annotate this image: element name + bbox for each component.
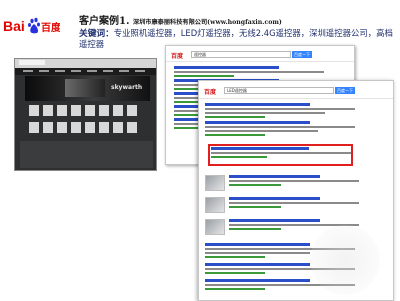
baidu-logo: Bai 百度 xyxy=(3,15,60,37)
result-item[interactable] xyxy=(205,103,355,118)
result-item[interactable] xyxy=(174,66,324,77)
panel-logo: 百度 xyxy=(171,53,184,60)
keywords-label: 关键词： xyxy=(79,29,114,39)
highlighted-result-frame xyxy=(208,144,353,166)
search-button[interactable]: 百度一下 xyxy=(335,87,355,94)
logo-chinese: 百度 xyxy=(41,21,60,34)
site-footer-area xyxy=(20,141,153,168)
tabs-divider xyxy=(166,61,354,62)
site-banner-word: skywarth xyxy=(111,84,143,91)
site-banner: skywarth xyxy=(25,76,150,101)
case-title-label: 客户案例1. xyxy=(79,16,130,27)
product-row xyxy=(25,121,150,134)
result-thumbnail[interactable] xyxy=(205,197,225,213)
baidu-paw-icon: Bai 百度 xyxy=(3,17,60,34)
result-item[interactable] xyxy=(205,121,355,136)
search-input[interactable]: 遥控器 xyxy=(191,51,291,58)
watermark-logo xyxy=(310,225,380,295)
case-company: 深圳市康泰丽科技有限公司(www.hongfaxin.com) xyxy=(132,19,282,26)
site-header xyxy=(15,59,156,68)
result-thumbnail[interactable] xyxy=(205,219,225,235)
result-item[interactable] xyxy=(229,175,359,186)
tabs-divider xyxy=(199,98,393,99)
search-button[interactable]: 百度一下 xyxy=(292,51,312,58)
panel-logo: 百度 xyxy=(204,89,217,96)
product-row xyxy=(25,104,150,117)
result-thumbnail[interactable] xyxy=(205,175,225,191)
result-item[interactable] xyxy=(229,197,359,208)
logo-latin: Bai xyxy=(3,18,25,34)
search-input[interactable]: LED遥控器 xyxy=(224,87,334,94)
client-website-screenshot: skywarth xyxy=(14,58,157,171)
case-title: 客户案例1. 深圳市康泰丽科技有限公司(www.hongfaxin.com) xyxy=(79,12,282,27)
site-nav xyxy=(15,68,156,75)
